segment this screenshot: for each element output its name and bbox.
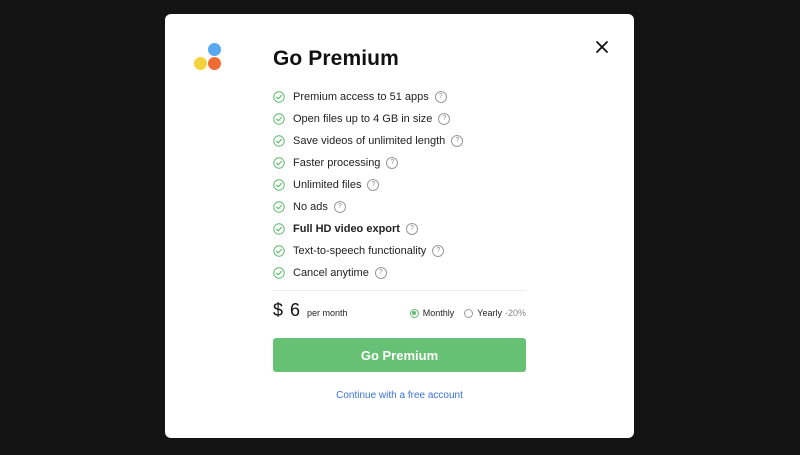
help-circle-icon[interactable]: ? <box>386 157 399 169</box>
check-circle-icon <box>273 223 285 235</box>
help-circle-icon[interactable]: ? <box>367 179 380 191</box>
check-circle-icon <box>273 135 285 147</box>
check-circle-icon <box>273 201 285 213</box>
feature-label: Cancel anytime <box>293 267 369 279</box>
feature-label: Unlimited files <box>293 179 362 191</box>
price-amount: $ 6 <box>273 300 302 320</box>
feature-label: Full HD video export <box>293 223 400 235</box>
feature-item: Save videos of unlimited length? <box>273 130 526 152</box>
feature-label: Text-to-speech functionality <box>293 245 427 257</box>
feature-item: Open files up to 4 GB in size? <box>273 108 526 130</box>
feature-item: No ads? <box>273 196 526 218</box>
check-circle-icon <box>273 113 285 125</box>
help-circle-icon[interactable]: ? <box>451 135 464 147</box>
feature-item: Unlimited files? <box>273 174 526 196</box>
yearly-discount: -20% <box>504 308 526 318</box>
feature-item: Text-to-speech functionality? <box>273 240 526 262</box>
feature-label: Premium access to 51 apps <box>293 91 429 103</box>
feature-item: Faster processing? <box>273 152 526 174</box>
price-period: per month <box>307 308 348 318</box>
check-circle-icon <box>273 267 285 279</box>
check-circle-icon <box>273 245 285 257</box>
free-account-link[interactable]: Continue with a free account <box>273 390 526 401</box>
logo-dot-orange <box>208 57 221 70</box>
divider <box>273 290 526 291</box>
feature-label: No ads <box>293 201 328 213</box>
billing-toggle: Monthly Yearly -20% <box>409 308 526 318</box>
help-circle-icon[interactable]: ? <box>438 113 451 125</box>
check-circle-icon <box>273 91 285 103</box>
modal-title: Go Premium <box>273 47 399 70</box>
go-premium-button[interactable]: Go Premium <box>273 338 526 372</box>
help-circle-icon[interactable]: ? <box>432 245 445 257</box>
logo-dot-yellow <box>194 57 207 70</box>
close-icon[interactable] <box>594 39 610 55</box>
help-circle-icon[interactable]: ? <box>405 223 418 235</box>
billing-option-yearly[interactable]: Yearly -20% <box>464 308 526 318</box>
app-logo <box>193 42 223 72</box>
monthly-label: Monthly <box>422 308 455 318</box>
yearly-label: Yearly <box>477 308 502 318</box>
yearly-radio[interactable] <box>464 308 474 318</box>
billing-option-monthly[interactable]: Monthly <box>409 308 455 318</box>
check-circle-icon <box>273 179 285 191</box>
feature-label: Open files up to 4 GB in size <box>293 113 433 125</box>
price: $ 6 per month <box>273 300 348 321</box>
feature-item: Premium access to 51 apps? <box>273 86 526 108</box>
feature-item: Cancel anytime? <box>273 262 526 284</box>
check-circle-icon <box>273 157 285 169</box>
help-circle-icon[interactable]: ? <box>374 267 387 279</box>
help-circle-icon[interactable]: ? <box>333 201 346 213</box>
feature-list: Premium access to 51 apps? Open files up … <box>273 86 526 284</box>
logo-dot-blue <box>208 43 221 56</box>
feature-label: Save videos of unlimited length <box>293 135 446 147</box>
monthly-radio[interactable] <box>409 308 419 318</box>
premium-modal: Go Premium Premium access to 51 apps? Ope… <box>165 14 634 438</box>
help-circle-icon[interactable]: ? <box>434 91 447 103</box>
feature-item: Full HD video export? <box>273 218 526 240</box>
feature-label: Faster processing <box>293 157 381 169</box>
